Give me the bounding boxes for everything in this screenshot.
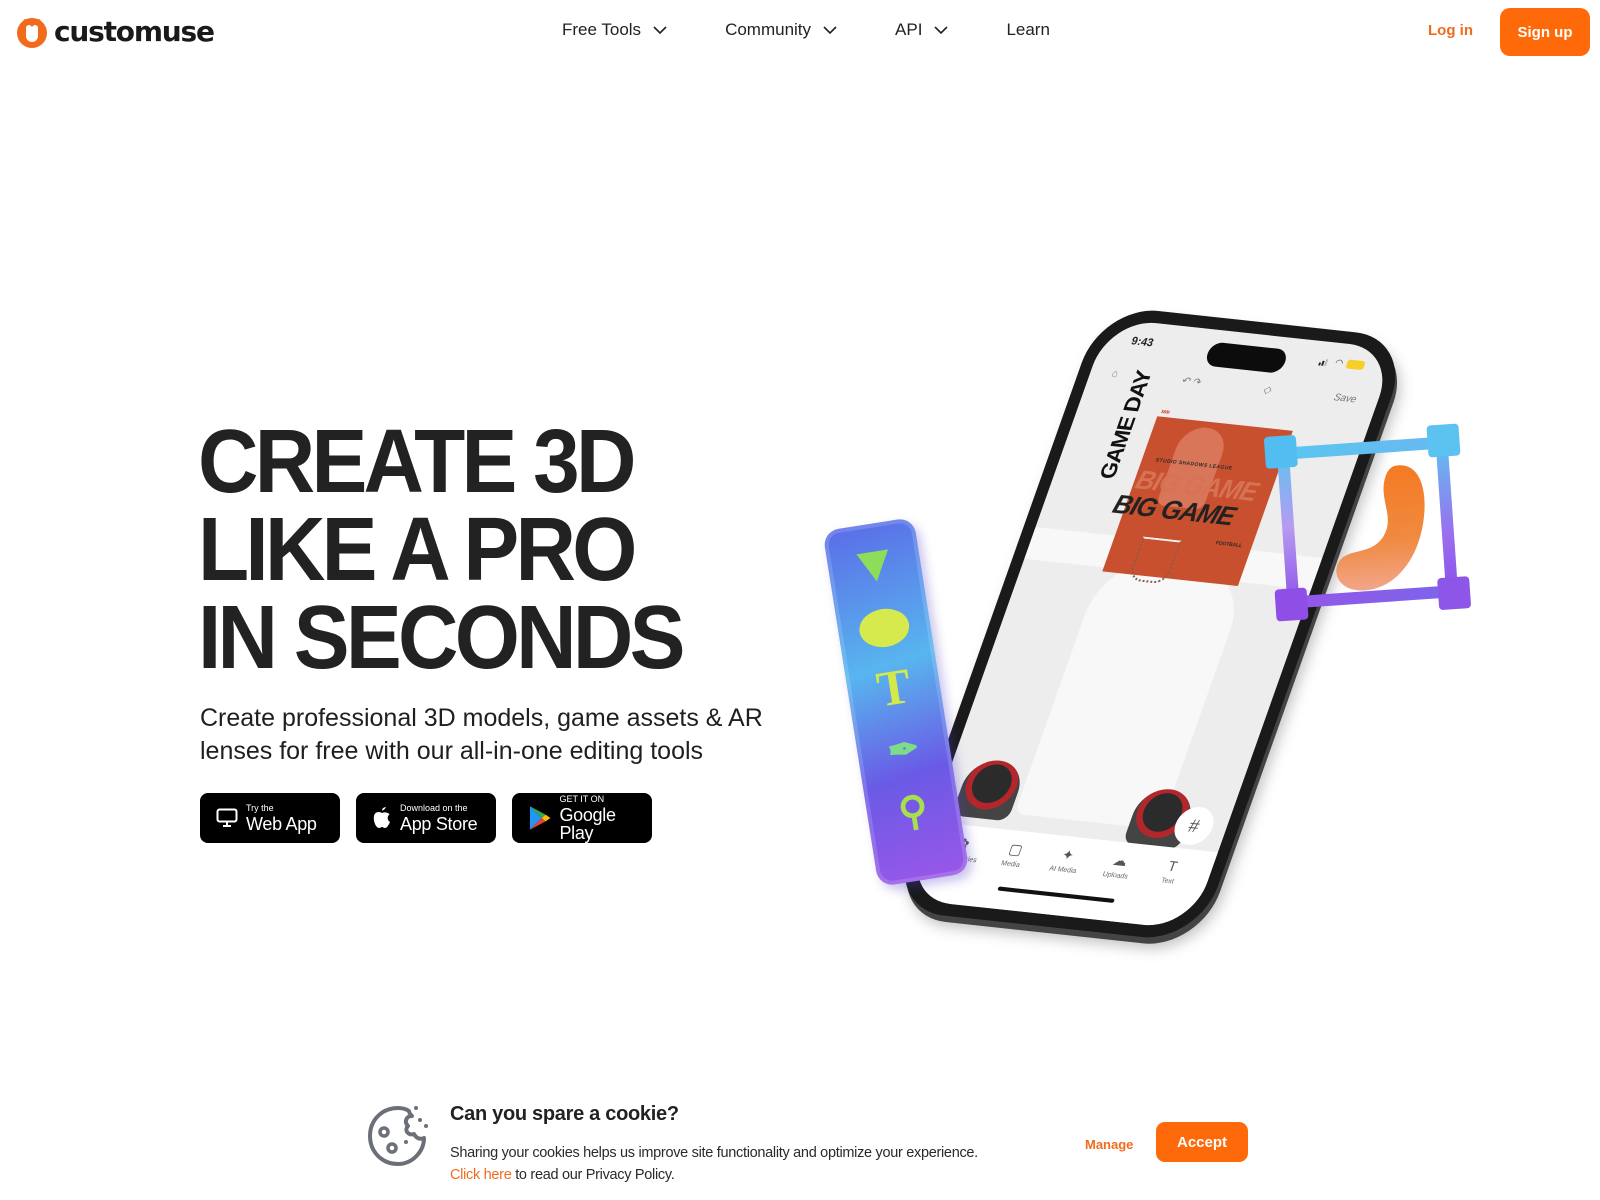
hero-title-line: IN SECONDS — [198, 588, 685, 688]
nav-api[interactable]: API — [895, 20, 949, 40]
frame-corner-handle — [1426, 423, 1461, 458]
football-player-image — [951, 757, 1029, 822]
accept-cookies-button[interactable]: Accept — [1156, 1122, 1248, 1162]
home-indicator — [997, 886, 1115, 903]
poster-subtitle: FOOTBALL — [1214, 540, 1244, 550]
3d-selection-frame-illustration — [1263, 423, 1472, 622]
cookie-title: Can you spare a cookie? — [450, 1103, 679, 1125]
cookie-text: Sharing your cookies helps us improve si… — [450, 1145, 978, 1161]
cloud-upload-icon: ☁ — [1110, 851, 1131, 870]
basketball-hoop — [1127, 536, 1182, 585]
button-caption: Try the — [246, 802, 274, 813]
dynamic-island — [1203, 341, 1290, 374]
apple-icon — [373, 807, 390, 828]
download-buttons: Try the Web App Download on the App Stor… — [200, 793, 652, 843]
cookie-icon — [368, 1106, 428, 1166]
login-link[interactable]: Log in — [1428, 22, 1473, 39]
manage-cookies-button[interactable]: Manage — [1085, 1137, 1133, 1152]
monitor-icon — [216, 808, 238, 827]
hero-illustration: 9:43 ◠ ⌂ ↶ ↷ ◇ Save ››››› STUDIO SHADOWS… — [822, 300, 1520, 960]
chevron-down-icon — [823, 25, 837, 34]
button-caption: Download on the — [400, 802, 468, 813]
frame-corner-handle — [1437, 576, 1472, 611]
nav-label: Free Tools — [562, 20, 642, 39]
button-label: Google Play — [559, 804, 616, 843]
chevron-down-icon — [653, 25, 667, 34]
home-icon[interactable]: ⌂ — [1110, 368, 1120, 380]
signal-icon — [1318, 358, 1329, 366]
brand-name: customuse — [54, 15, 215, 48]
hero-title-line: LIKE A PRO — [198, 500, 637, 600]
nav-community[interactable]: Community — [725, 20, 837, 40]
button-label: Web App — [246, 813, 317, 834]
pen-tool-icon: ✒ — [884, 727, 923, 774]
sparkle-icon: ✦ — [1059, 846, 1077, 864]
layers-icon[interactable]: ◇ — [1262, 384, 1273, 396]
privacy-policy-link[interactable]: Click here — [450, 1167, 512, 1183]
signup-button[interactable]: Sign up — [1500, 8, 1590, 56]
nav-free-tools[interactable]: Free Tools — [562, 20, 667, 40]
nav-learn[interactable]: Learn — [1006, 20, 1049, 40]
button-caption: GET IT ON — [559, 793, 605, 804]
phone-screen: 9:43 ◠ ⌂ ↶ ↷ ◇ Save ››››› STUDIO SHADOWS… — [903, 318, 1397, 930]
wifi-icon: ◠ — [1333, 357, 1345, 368]
web-app-button[interactable]: Try the Web App — [200, 793, 340, 843]
3d-bean-shape — [1336, 465, 1425, 591]
app-store-button[interactable]: Download on the App Store — [356, 793, 496, 843]
nav-label: API — [895, 20, 923, 39]
frame-edge — [1276, 447, 1300, 608]
media-icon: ▢ — [1006, 840, 1026, 858]
tab-media[interactable]: ▢ Media — [986, 839, 1042, 871]
tab-uploads[interactable]: ☁ Uploads — [1091, 850, 1147, 882]
main-nav: Free Tools Community API Learn — [562, 20, 1050, 40]
tab-label: AI Media — [1048, 865, 1078, 876]
status-icons: ◠ — [1318, 355, 1366, 371]
google-play-icon — [529, 806, 551, 830]
tab-label: Uploads — [1101, 870, 1129, 881]
hero-title: CREATE 3D LIKE A PRO IN SECONDS — [198, 412, 685, 688]
battery-icon — [1345, 359, 1366, 371]
frame-corner-handle — [1274, 587, 1309, 622]
customuse-logo-icon — [17, 18, 47, 48]
nav-label: Learn — [1006, 20, 1050, 39]
garment-silhouette — [1014, 555, 1252, 830]
tab-label: Text — [1159, 877, 1175, 886]
hero-title-line: CREATE 3D — [198, 412, 636, 512]
save-button[interactable]: Save — [1332, 392, 1358, 405]
cookie-link-suffix: to read our Privacy Policy. — [511, 1167, 675, 1183]
triangle-shape-icon — [856, 549, 893, 585]
tab-text[interactable]: T Text — [1143, 856, 1199, 888]
frame-corner-handle — [1263, 434, 1298, 469]
cookie-banner: Can you spare a cookie? Sharing your coo… — [0, 1080, 1600, 1200]
tab-label: Media — [999, 860, 1021, 869]
3d-toolbar-illustration: T ✒ ⚲ — [822, 517, 970, 887]
text-tool-icon: T — [872, 656, 915, 718]
eyedropper-icon: ⚲ — [895, 787, 932, 836]
hero-subtitle: Create professional 3D models, game asse… — [200, 704, 763, 765]
button-label: App Store — [400, 813, 478, 834]
cookie-description: Sharing your cookies helps us improve si… — [450, 1142, 978, 1186]
poster-chevrons: ››››› — [1159, 406, 1171, 417]
brand-logo[interactable]: customuse — [16, 15, 215, 48]
chevron-down-icon — [934, 25, 949, 34]
nav-label: Community — [725, 20, 812, 39]
ellipse-shape-icon — [856, 605, 912, 651]
text-icon: T — [1165, 857, 1180, 875]
site-header: customuse Free Tools Community API Learn… — [0, 0, 1600, 64]
status-time: 9:43 — [1129, 335, 1156, 350]
undo-redo-icons[interactable]: ↶ ↷ — [1179, 375, 1202, 388]
tab-ai-media[interactable]: ✦ AI Media — [1038, 844, 1094, 876]
google-play-button[interactable]: GET IT ON Google Play — [512, 793, 652, 843]
phone-mockup: 9:43 ◠ ⌂ ↶ ↷ ◇ Save ››››› STUDIO SHADOWS… — [887, 304, 1413, 944]
